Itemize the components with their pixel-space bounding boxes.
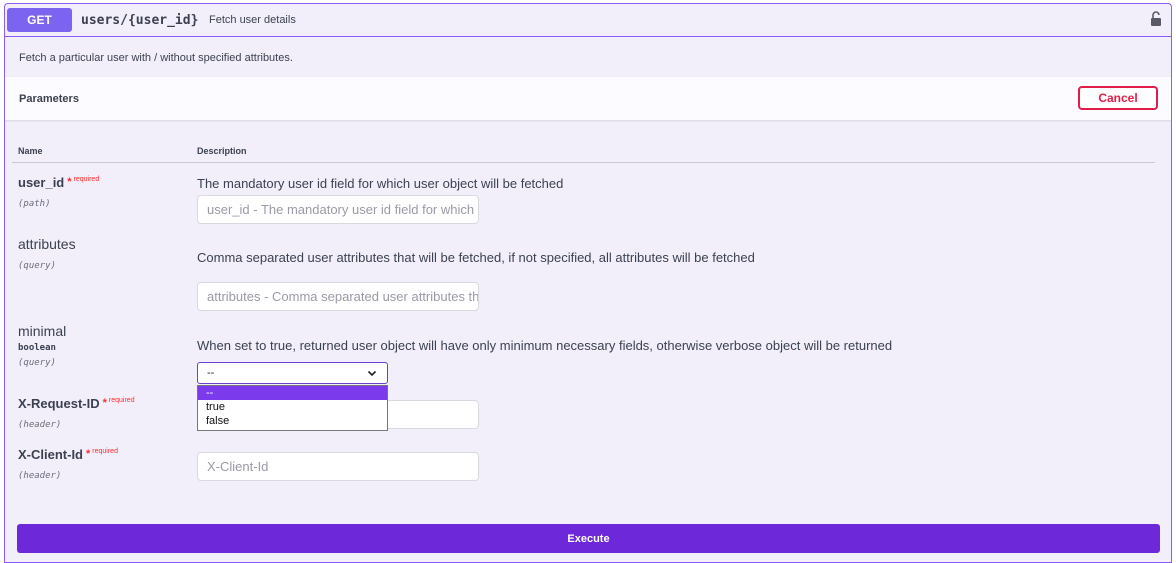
method-badge: GET (7, 8, 72, 32)
param-name-attributes: attributes (18, 236, 76, 252)
minimal-select[interactable]: -- (197, 362, 388, 384)
required-star: * (67, 176, 72, 188)
param-description: The mandatory user id field for which us… (197, 176, 564, 191)
table-header-divider (12, 162, 1155, 163)
required-label: required (108, 397, 135, 404)
param-name-x-request-id: X-Request-ID * required (18, 396, 135, 411)
column-header-description: Description (197, 146, 247, 156)
required-label: required (73, 176, 100, 183)
operation-summary-description: Fetch user details (209, 14, 296, 26)
select-value: -- (207, 367, 215, 379)
param-description: Comma separated user attributes that wil… (197, 250, 755, 265)
endpoint-path: users/{user_id} (81, 13, 199, 28)
required-star: * (102, 397, 107, 409)
param-location: (query) (18, 358, 56, 368)
option-empty[interactable]: -- (198, 386, 387, 400)
param-location: (header) (18, 420, 62, 430)
cancel-button[interactable]: Cancel (1078, 86, 1158, 110)
param-name-x-client-id: X-Client-Id * required (18, 447, 118, 462)
x-client-id-input[interactable]: X-Client-Id (197, 452, 479, 481)
option-true[interactable]: true (198, 400, 387, 414)
option-false[interactable]: false (198, 414, 387, 428)
param-location: (path) (18, 199, 51, 209)
param-name-minimal: minimal (18, 323, 67, 339)
param-description: When set to true, returned user object w… (197, 338, 893, 353)
operation-description-text: Fetch a particular user with / without s… (19, 52, 293, 64)
param-location: (query) (18, 261, 56, 271)
user-id-input[interactable]: user_id - The mandatory user id field fo… (197, 195, 479, 224)
operation-block: GET users/{user_id} Fetch user details F… (4, 3, 1172, 563)
operation-description: Fetch a particular user with / without s… (5, 38, 1171, 76)
param-name-label: user_id (18, 175, 65, 190)
required-star: * (86, 448, 91, 460)
unlocked-padlock-icon[interactable] (1149, 10, 1163, 28)
param-type: boolean (18, 343, 56, 353)
param-name-user-id: user_id * required (18, 175, 99, 190)
operation-summary[interactable]: GET users/{user_id} Fetch user details (5, 4, 1171, 37)
param-name-label: X-Request-ID (18, 396, 100, 411)
param-name-label: X-Client-Id (18, 447, 83, 462)
column-header-name: Name (18, 146, 43, 156)
parameters-header: Parameters Cancel (5, 77, 1171, 120)
attributes-input[interactable]: attributes - Comma separated user attrib… (197, 282, 479, 311)
execute-button[interactable]: Execute (17, 524, 1160, 553)
parameters-title: Parameters (19, 93, 79, 105)
required-label: required (92, 448, 118, 455)
chevron-down-icon (367, 370, 377, 377)
minimal-options-list: -- true false (197, 385, 388, 431)
param-location: (header) (18, 471, 62, 481)
